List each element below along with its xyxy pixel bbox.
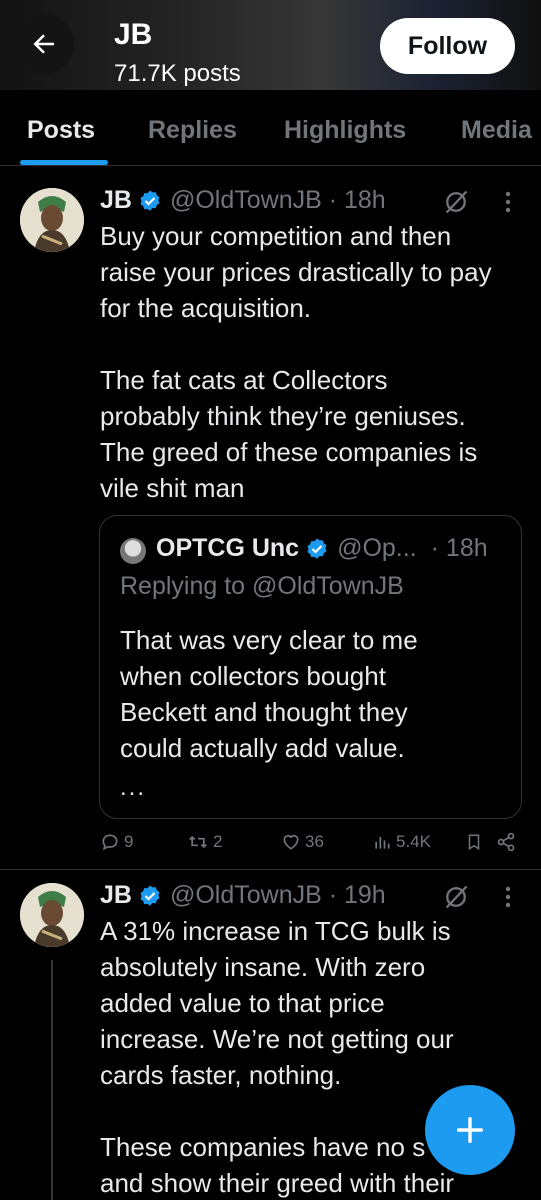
back-button[interactable] [14, 14, 74, 74]
verified-badge-icon [140, 190, 160, 211]
profile-tabs: Posts Replies Highlights Media [0, 90, 541, 166]
verified-badge-icon [140, 885, 160, 906]
bookmark-button[interactable] [465, 832, 487, 852]
avatar[interactable] [20, 188, 84, 252]
tab-highlights[interactable]: Highlights [284, 116, 406, 145]
tab-media[interactable]: Media [461, 116, 532, 145]
plus-icon [456, 1116, 484, 1144]
active-tab-indicator [20, 160, 108, 165]
reply-count: 9 [124, 832, 134, 851]
repost-icon [189, 835, 207, 849]
grok-icon[interactable] [442, 188, 470, 216]
like-button[interactable]: 36 [281, 832, 324, 852]
avatar-image [20, 188, 84, 252]
verified-badge-icon [307, 538, 327, 559]
quote-meta: OPTCG Unc @Op... · 18h [156, 534, 488, 563]
tweet-text: Buy your competition and then raise your… [100, 221, 492, 503]
views-icon [375, 837, 390, 849]
posts-count: 71.7K posts [114, 60, 241, 87]
tweet-actions: 9 2 36 5.4K [0, 830, 541, 860]
tweet-divider [0, 869, 541, 870]
author-name[interactable]: JB [100, 881, 132, 910]
views-count: 5.4K [396, 832, 431, 851]
profile-name: JB [114, 18, 153, 51]
bookmark-icon [468, 834, 480, 851]
author-handle-time[interactable]: @OldTownJB · 19h [170, 881, 386, 910]
tweet-meta: JB @OldTownJB · 19h [100, 881, 386, 910]
grok-icon[interactable] [442, 883, 470, 911]
reply-icon [102, 834, 118, 851]
heart-icon [283, 834, 299, 850]
avatar-image [20, 883, 84, 947]
compose-button[interactable] [425, 1085, 515, 1175]
views-button[interactable]: 5.4K [372, 832, 431, 852]
repost-button[interactable]: 2 [187, 832, 222, 852]
share-button[interactable] [496, 832, 520, 852]
like-count: 36 [305, 832, 324, 851]
tab-posts[interactable]: Posts [27, 116, 95, 145]
quote-time: · 18h [430, 534, 488, 562]
quote-author-handle: @Op... [337, 534, 417, 562]
share-icon [497, 832, 515, 852]
replying-to: Replying to @OldTownJB [120, 572, 404, 600]
quote-avatar [120, 538, 146, 564]
arrow-left-icon [33, 34, 54, 54]
follow-button[interactable]: Follow [380, 18, 515, 74]
author-name[interactable]: JB [100, 186, 132, 215]
tab-replies[interactable]: Replies [148, 116, 237, 145]
repost-count: 2 [213, 832, 223, 851]
quote-author-name: OPTCG Unc [156, 534, 300, 562]
reply-button[interactable]: 9 [100, 832, 133, 852]
quote-text: That was very clear to me when collector… [120, 625, 418, 763]
author-handle-time[interactable]: @OldTownJB · 18h [170, 186, 386, 215]
tweet-meta: JB @OldTownJB · 18h [100, 186, 386, 215]
profile-header: JB 71.7K posts Follow [0, 0, 541, 90]
avatar[interactable] [20, 883, 84, 947]
quote-tweet[interactable]: OPTCG Unc @Op... · 18h Replying to @OldT… [99, 515, 522, 819]
quote-truncation: ... [120, 774, 147, 801]
thread-connector [51, 960, 53, 1200]
